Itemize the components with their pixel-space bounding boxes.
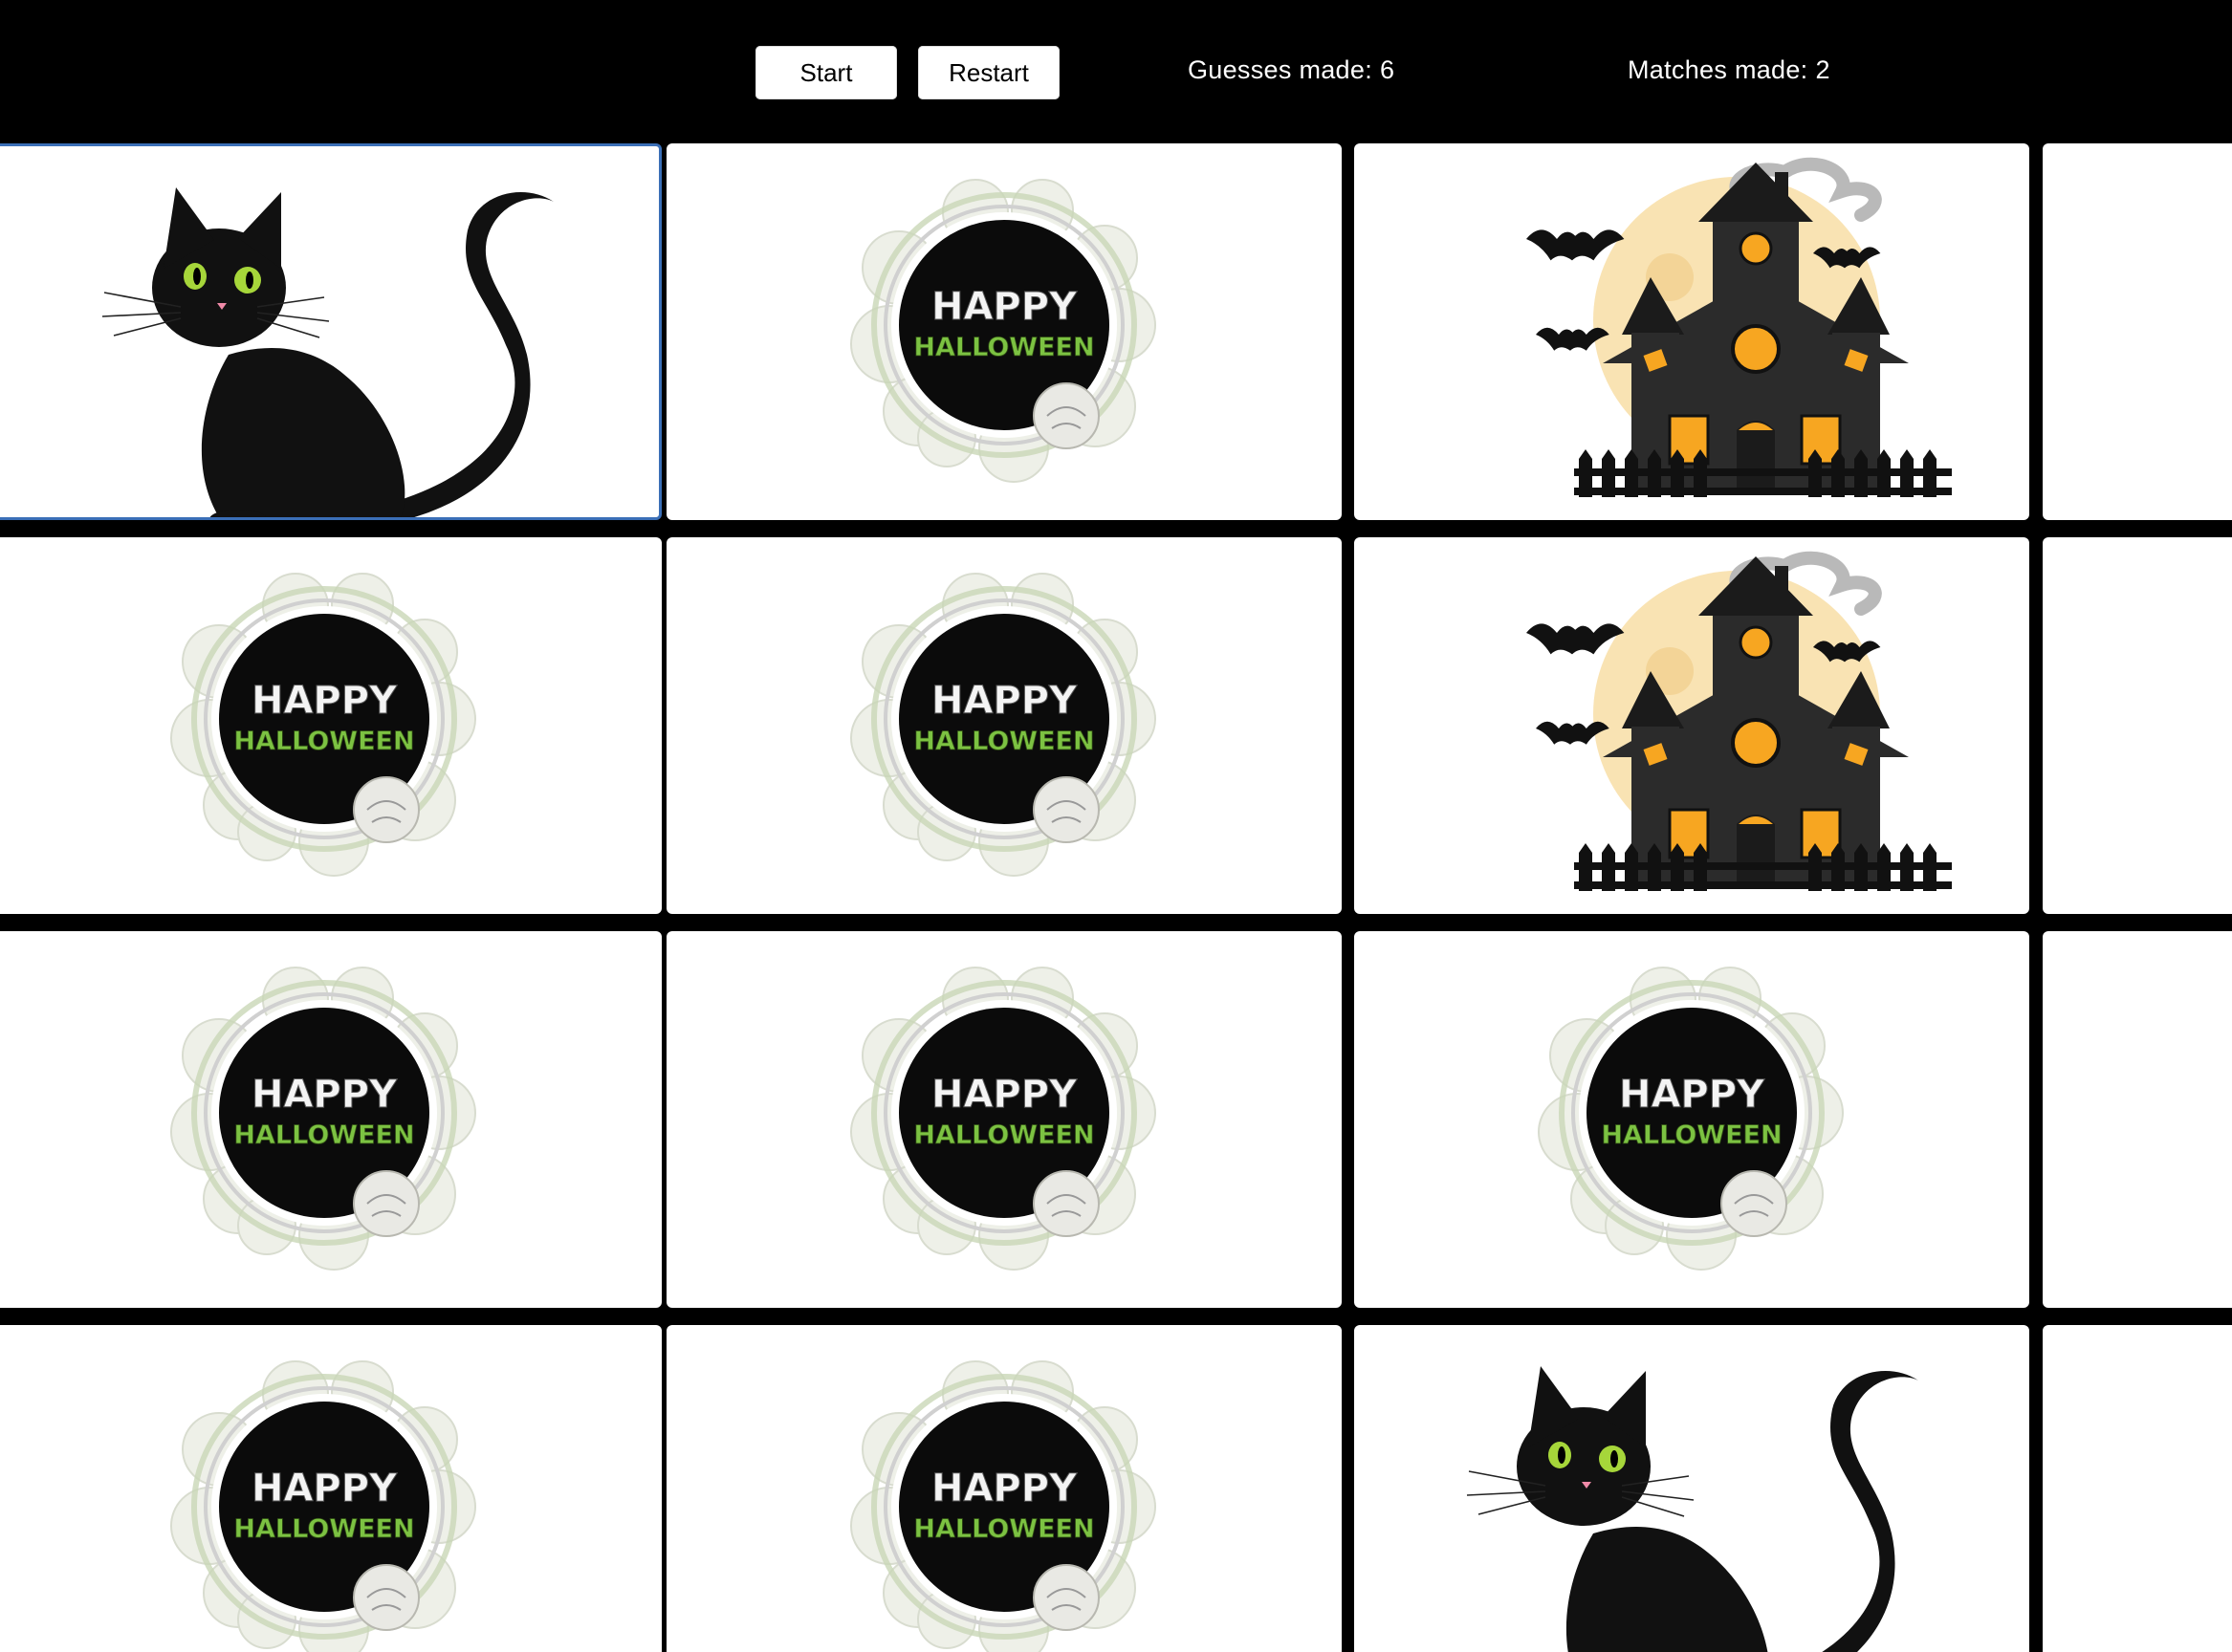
badge-text-happy: HAPPY [931,285,1078,329]
happy-halloween-badge: HAPPYHALLOWEEN [850,1360,1156,1652]
card-partially-visible[interactable] [2043,1325,2232,1652]
badge-text-happy: HAPPY [252,679,398,723]
happy-halloween-badge: HAPPY HALLOWEEN [170,573,476,877]
happy-halloween-badge: HAPPYHALLOWEEN [850,967,1156,1271]
card-back[interactable]: HAPPY HALLOWEEN [0,1325,662,1652]
badge-text-halloween: HALLOWEEN [913,727,1094,756]
badge-text-halloween: HALLOWEEN [913,1120,1094,1150]
badge-text-happy: HAPPY [252,1467,398,1511]
black-cat-icon [101,187,554,517]
card-back[interactable]: HAPPY HALLOWEEN [0,537,662,914]
card-partially-visible[interactable] [2043,143,2232,520]
badge-text-halloween: HALLOWEEN [233,1120,414,1150]
card-grid: HAPPY HALLOWEEN HAPPY HALLOWEEN HAPPY HALLOWE… [0,0,2232,1652]
happy-halloween-badge: HAPPYHALLOWEEN [170,1360,476,1652]
haunted-house-icon [1526,157,1952,497]
card-black-cat[interactable] [1354,1325,2029,1652]
badge-text-happy: HAPPY [252,1073,398,1117]
badge-text-halloween: HALLOWEEN [1601,1120,1782,1150]
badge-text-happy: HAPPY [931,679,1078,723]
happy-halloween-badge: HAPPY HALLOWEEN [850,573,1156,877]
badge-text-happy: HAPPY [931,1467,1078,1511]
badge-text-happy: HAPPY [1619,1073,1765,1117]
card-partially-visible[interactable] [2043,537,2232,914]
badge-text-happy: HAPPY [931,1073,1078,1117]
happy-halloween-badge: HAPPYHALLOWEEN [1538,967,1844,1271]
badge-text-halloween: HALLOWEEN [233,727,414,756]
card-back[interactable]: HAPPY HALLOWEEN [0,931,662,1308]
card-haunted-house[interactable] [1354,537,2029,914]
happy-halloween-badge: HAPPY HALLOWEEN [850,179,1156,483]
card-back[interactable]: HAPPY HALLOWEEN [667,1325,1342,1652]
card-haunted-house[interactable] [1354,143,2029,520]
badge-text-halloween: HALLOWEEN [913,1514,1094,1544]
card-partially-visible[interactable] [2043,931,2232,1308]
card-back[interactable]: HAPPY HALLOWEEN [667,143,1342,520]
happy-halloween-badge: HAPPYHALLOWEEN [170,967,476,1271]
black-cat-icon [1466,1366,1918,1652]
card-back[interactable]: HAPPY HALLOWEEN [667,537,1342,914]
badge-text-halloween: HALLOWEEN [913,333,1094,362]
badge-text-halloween: HALLOWEEN [233,1514,414,1544]
card-black-cat[interactable] [0,143,662,520]
haunted-house-icon [1526,551,1952,891]
memory-game: { "controls": { "start_label": "Start", … [0,0,2232,1652]
card-back[interactable]: HAPPY HALLOWEEN [1354,931,2029,1308]
card-back[interactable]: HAPPY HALLOWEEN [667,931,1342,1308]
